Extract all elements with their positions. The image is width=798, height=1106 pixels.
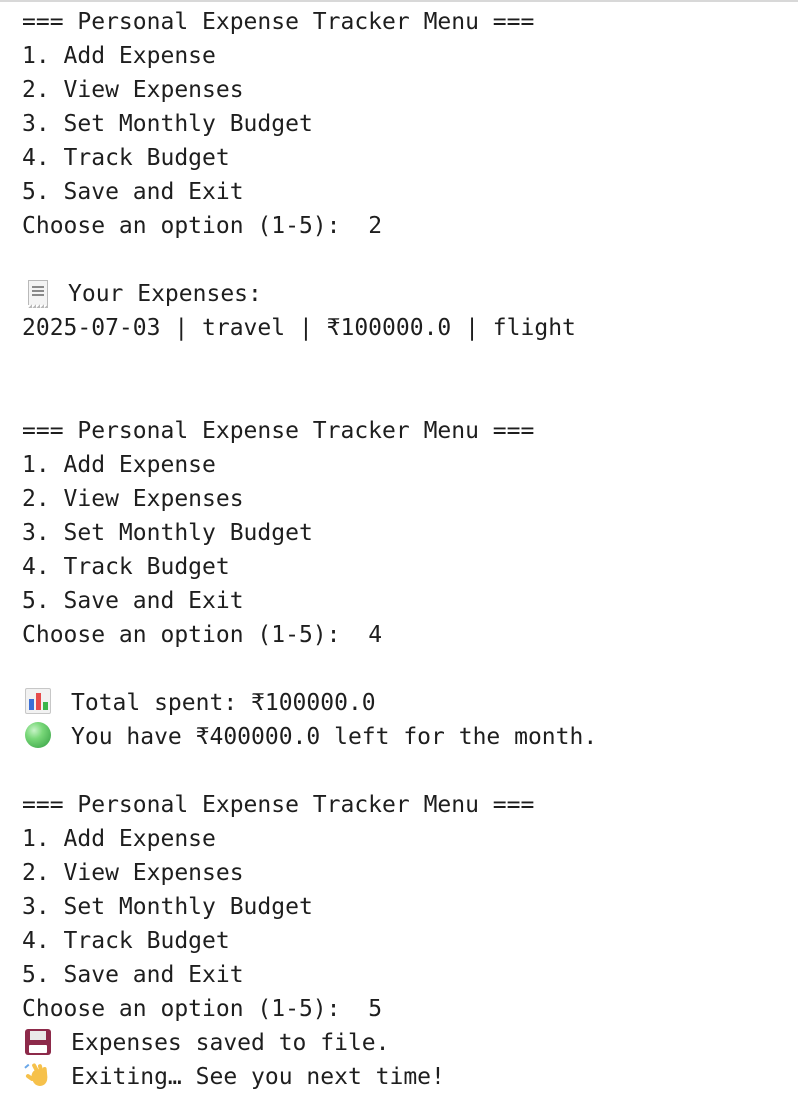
menu-option-track-budget: 4. Track Budget xyxy=(22,145,230,172)
menu-option-save-exit: 5. Save and Exit xyxy=(22,179,244,206)
menu-title: === Personal Expense Tracker Menu === xyxy=(22,9,535,35)
menu-title: === Personal Expense Tracker Menu === xyxy=(22,792,535,819)
menu-option-add-expense: 1. Add Expense xyxy=(22,826,216,853)
option-prompt: Choose an option (1-5): 4 xyxy=(22,618,798,652)
menu-option-set-budget: 3. Set Monthly Budget xyxy=(22,111,313,138)
user-choice: 5 xyxy=(368,996,383,1023)
menu-option-save-exit: 5. Save and Exit xyxy=(22,587,244,614)
menu-option-track-budget: 4. Track Budget xyxy=(22,553,230,580)
expenses-heading: Your Expenses: xyxy=(22,277,798,311)
expenses-heading-text: Your Expenses: xyxy=(68,281,262,308)
user-choice: 4 xyxy=(368,621,383,648)
menu-option-view-expenses: 2. View Expenses xyxy=(22,77,244,104)
menu-option-set-budget: 3. Set Monthly Budget xyxy=(22,519,313,546)
menu-option-track-budget: 4. Track Budget xyxy=(22,928,230,955)
menu-option-add-expense: 1. Add Expense xyxy=(22,451,216,478)
menu-option-add-expense: 1. Add Expense xyxy=(22,43,216,70)
total-spent-line: Total spent: ₹100000.0 xyxy=(22,686,798,720)
option-prompt: Choose an option (1-5): 5 xyxy=(22,992,798,1026)
menu-option-set-budget: 3. Set Monthly Budget xyxy=(22,894,313,921)
menu-option-view-expenses: 2. View Expenses xyxy=(22,485,244,512)
exit-text: Exiting… See you next time! xyxy=(71,1064,445,1091)
remaining-budget-text: You have ₹400000.0 left for the month. xyxy=(71,723,598,750)
terminal-output: === Personal Expense Tracker Menu === 1.… xyxy=(0,0,798,1106)
remaining-budget-line: You have ₹400000.0 left for the month. xyxy=(22,720,798,754)
menu-option-view-expenses: 2. View Expenses xyxy=(22,860,244,887)
green-circle-icon xyxy=(25,722,51,749)
total-spent-text: Total spent: ₹100000.0 xyxy=(71,689,376,716)
bar-chart-icon xyxy=(25,688,51,715)
floppy-disk-icon xyxy=(25,1028,51,1055)
saved-line: Expenses saved to file. xyxy=(22,1026,798,1060)
saved-text: Expenses saved to file. xyxy=(71,1030,390,1057)
menu-option-save-exit: 5. Save and Exit xyxy=(22,962,244,989)
prompt-text: Choose an option (1-5): xyxy=(22,213,369,240)
expense-entry: 2025-07-03 | travel | ₹100000.0 | flight xyxy=(22,315,576,342)
exit-line: Exiting… See you next time! xyxy=(22,1060,798,1094)
option-prompt: Choose an option (1-5): 2 xyxy=(22,209,798,243)
prompt-text: Choose an option (1-5): xyxy=(22,996,369,1023)
waving-hand-icon xyxy=(24,1062,51,1089)
menu-title: === Personal Expense Tracker Menu === xyxy=(22,417,535,444)
receipt-icon xyxy=(28,280,48,309)
user-choice: 2 xyxy=(368,213,383,240)
prompt-text: Choose an option (1-5): xyxy=(22,621,369,648)
